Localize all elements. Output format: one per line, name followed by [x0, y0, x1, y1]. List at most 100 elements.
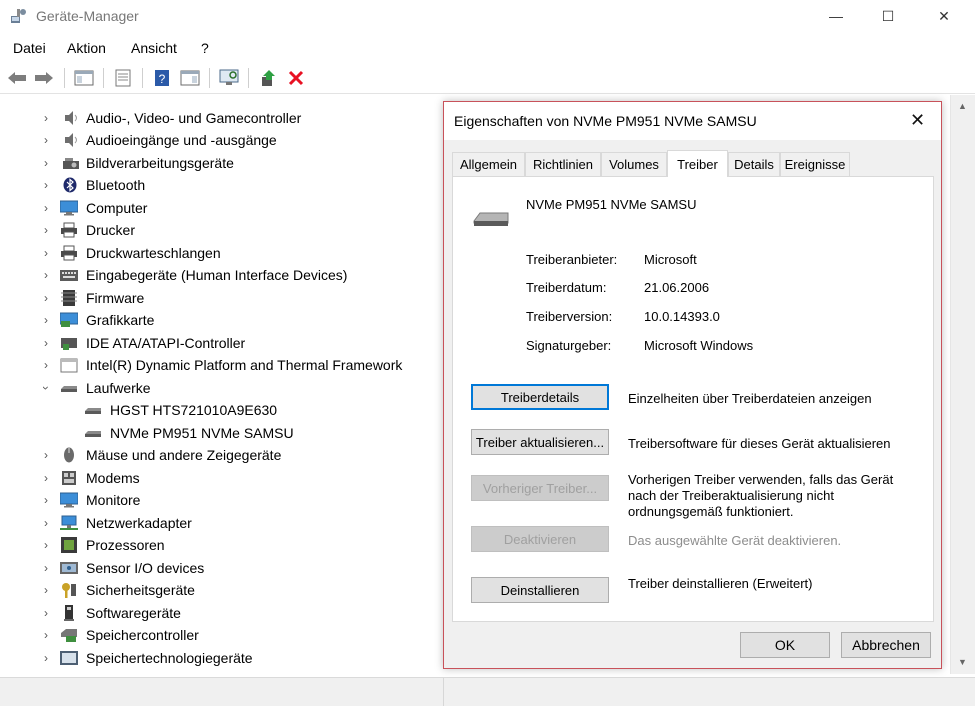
ok-button[interactable]: OK — [740, 632, 830, 658]
window-title: Geräte-Manager — [36, 8, 139, 24]
driver-date-label: Treiberdatum: — [526, 280, 607, 295]
monitor-icon — [60, 492, 78, 508]
menu-ansicht[interactable]: Ansicht — [131, 40, 177, 56]
chevron-right-icon[interactable]: › — [40, 197, 52, 219]
toolbar-separator — [64, 68, 65, 88]
driver-details-description: Einzelheiten über Treiberdateien anzeige… — [628, 391, 872, 406]
driver-provider-label: Treiberanbieter: — [526, 252, 618, 267]
chevron-right-icon[interactable]: › — [40, 219, 52, 241]
controller-icon — [61, 338, 77, 350]
roll-back-driver-description: Vorherigen Treiber verwenden, falls das … — [628, 472, 894, 519]
chevron-right-icon[interactable]: › — [40, 332, 52, 354]
printer-icon — [61, 222, 77, 238]
speaker-icon — [65, 111, 77, 125]
action-pane-icon — [180, 70, 200, 86]
chevron-right-icon[interactable]: › — [40, 624, 52, 646]
console-tree-icon — [74, 70, 94, 86]
roll-back-driver-button[interactable]: Vorheriger Treiber... — [471, 475, 609, 501]
menu-help[interactable]: ? — [201, 40, 209, 56]
scroll-down-icon[interactable]: ▼ — [958, 657, 967, 667]
uninstall-driver-button[interactable]: Deinstallieren — [471, 577, 609, 603]
tab-treiber[interactable]: Treiber — [667, 150, 728, 177]
chevron-right-icon[interactable]: › — [40, 512, 52, 534]
chevron-right-icon[interactable]: › — [40, 287, 52, 309]
chevron-right-icon[interactable]: › — [40, 557, 52, 579]
chevron-right-icon[interactable]: › — [40, 309, 52, 331]
menu-datei[interactable]: Datei — [13, 40, 46, 56]
cancel-button[interactable]: Abbrechen — [841, 632, 931, 658]
drive-icon — [85, 408, 101, 414]
vertical-scrollbar[interactable]: ▲ ▼ — [950, 95, 975, 674]
status-bar — [0, 677, 975, 706]
svg-text:?: ? — [159, 72, 166, 86]
keyboard-icon — [60, 270, 78, 281]
dialog-title-bar: Eigenschaften von NVMe PM951 NVMe SAMSU … — [444, 102, 941, 140]
tab-richtlinien[interactable]: Richtlinien — [525, 152, 601, 176]
back-button[interactable] — [6, 68, 28, 88]
camera-icon — [63, 158, 79, 169]
show-hide-console-button[interactable] — [73, 68, 95, 88]
help-book-icon: ? — [155, 70, 169, 86]
dialog-title: Eigenschaften von NVMe PM951 NVMe SAMSU — [454, 113, 757, 129]
close-button[interactable]: ✕ — [918, 0, 970, 32]
chevron-right-icon[interactable]: › — [40, 152, 52, 174]
device-manager-icon — [11, 9, 26, 23]
help-button[interactable]: ? — [151, 68, 173, 88]
cpu-icon — [61, 537, 77, 553]
chevron-right-icon[interactable]: › — [40, 354, 52, 376]
drive-icon — [61, 386, 77, 392]
software-device-icon — [64, 605, 74, 621]
chevron-right-icon[interactable]: › — [40, 129, 52, 151]
maximize-button[interactable]: ☐ — [862, 0, 914, 32]
scan-hardware-button[interactable] — [218, 68, 240, 88]
chevron-right-icon[interactable]: › — [40, 242, 52, 264]
chevron-right-icon[interactable]: › — [40, 174, 52, 196]
action-pane-button[interactable] — [179, 68, 201, 88]
uninstall-driver-description: Treiber deinstallieren (Erweitert) — [628, 576, 813, 591]
chevron-right-icon[interactable]: › — [40, 534, 52, 556]
chevron-right-icon[interactable]: › — [40, 647, 52, 669]
tab-allgemein[interactable]: Allgemein — [452, 152, 525, 176]
back-arrow-icon — [8, 72, 26, 84]
tab-details[interactable]: Details — [728, 152, 780, 176]
tab-volumes[interactable]: Volumes — [601, 152, 667, 176]
menu-aktion[interactable]: Aktion — [67, 40, 106, 56]
chevron-right-icon[interactable]: › — [40, 489, 52, 511]
properties-button[interactable] — [112, 68, 134, 88]
forward-button[interactable] — [33, 68, 55, 88]
dialog-close-icon[interactable]: ✕ — [910, 110, 925, 131]
chevron-right-icon[interactable]: › — [40, 602, 52, 624]
update-driver-button[interactable] — [257, 68, 279, 88]
disable-device-button[interactable]: Deaktivieren — [471, 526, 609, 552]
chevron-right-icon[interactable]: › — [40, 579, 52, 601]
close-icon: ✕ — [938, 7, 950, 24]
tab-ereignisse[interactable]: Ereignisse — [780, 152, 850, 176]
folder-icon — [60, 358, 78, 373]
scroll-up-icon[interactable]: ▲ — [958, 101, 967, 111]
chip-icon — [61, 290, 77, 306]
minimize-button[interactable]: — — [810, 0, 862, 32]
monitor-icon — [60, 200, 78, 216]
toolbar: ? — [0, 62, 975, 94]
digital-signer-value: Microsoft Windows — [644, 338, 754, 353]
chevron-right-icon[interactable]: › — [40, 467, 52, 489]
mouse-icon — [64, 447, 74, 463]
driver-tab-panel: NVMe PM951 NVMe SAMSU Treiberanbieter: M… — [452, 176, 934, 622]
display-adapter-icon — [60, 312, 78, 327]
properties-dialog: Eigenschaften von NVMe PM951 NVMe SAMSU … — [443, 101, 942, 669]
drive-icon — [85, 431, 101, 437]
chevron-right-icon[interactable]: › — [40, 444, 52, 466]
properties-icon — [115, 69, 131, 87]
title-bar: Geräte-Manager — ☐ ✕ — [0, 0, 975, 32]
storage-controller-icon — [61, 629, 77, 642]
drive-icon — [473, 212, 509, 226]
chevron-right-icon[interactable]: › — [40, 107, 52, 129]
uninstall-device-button[interactable] — [285, 68, 307, 88]
chevron-right-icon[interactable]: › — [40, 264, 52, 286]
toolbar-separator — [142, 68, 143, 88]
driver-details-button[interactable]: Treiberdetails — [471, 384, 609, 410]
chevron-down-icon[interactable]: › — [35, 382, 57, 394]
printer-icon — [61, 245, 77, 261]
network-icon — [60, 515, 78, 530]
update-driver-button[interactable]: Treiber aktualisieren... — [471, 429, 609, 455]
